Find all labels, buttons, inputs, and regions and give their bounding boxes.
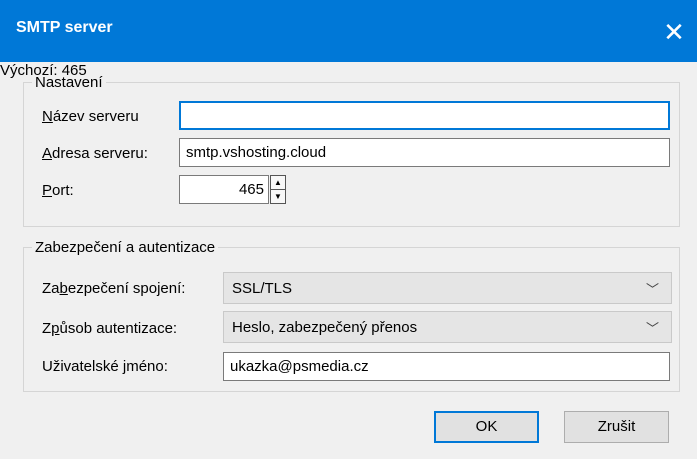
username-input[interactable] — [223, 352, 670, 381]
chevron-down-icon: ﹀ — [645, 282, 659, 297]
settings-legend: Nastavení — [35, 74, 103, 91]
server-name-input[interactable] — [179, 101, 670, 130]
port-stepper[interactable]: ▲ ▼ — [270, 175, 288, 204]
chevron-down-icon: ﹀ — [645, 321, 659, 336]
port-input[interactable] — [179, 175, 269, 204]
cancel-button[interactable]: Zrušit — [564, 411, 669, 443]
port-down-icon[interactable]: ▼ — [270, 189, 286, 204]
server-name-label: Název serveru — [42, 108, 139, 125]
close-icon[interactable]: ✕ — [651, 12, 697, 52]
auth-method-label: Způsob autentizace: — [42, 320, 178, 337]
port-up-icon[interactable]: ▲ — [270, 175, 286, 190]
security-legend: Zabezpečení a autentizace — [35, 239, 216, 256]
auth-method-value: Heslo, zabezpečený přenos — [232, 319, 418, 336]
ok-button[interactable]: OK — [434, 411, 539, 443]
auth-method-select[interactable]: Heslo, zabezpečený přenos ﹀ — [223, 311, 672, 343]
connection-security-select[interactable]: SSL/TLS ﹀ — [223, 272, 672, 304]
title-bar: SMTP server ✕ — [0, 0, 697, 62]
server-address-input[interactable] — [179, 138, 670, 167]
window-title: SMTP server — [16, 19, 113, 36]
username-label: Uživatelské jméno: — [42, 358, 168, 375]
connection-security-label: Zabezpečení spojení: — [42, 280, 186, 297]
port-label: Port: — [42, 182, 74, 199]
server-address-label: Adresa serveru: — [42, 145, 148, 162]
connection-security-value: SSL/TLS — [232, 280, 293, 297]
dialog-body: Nastavení Název serveru Adresa serveru: … — [0, 62, 697, 459]
